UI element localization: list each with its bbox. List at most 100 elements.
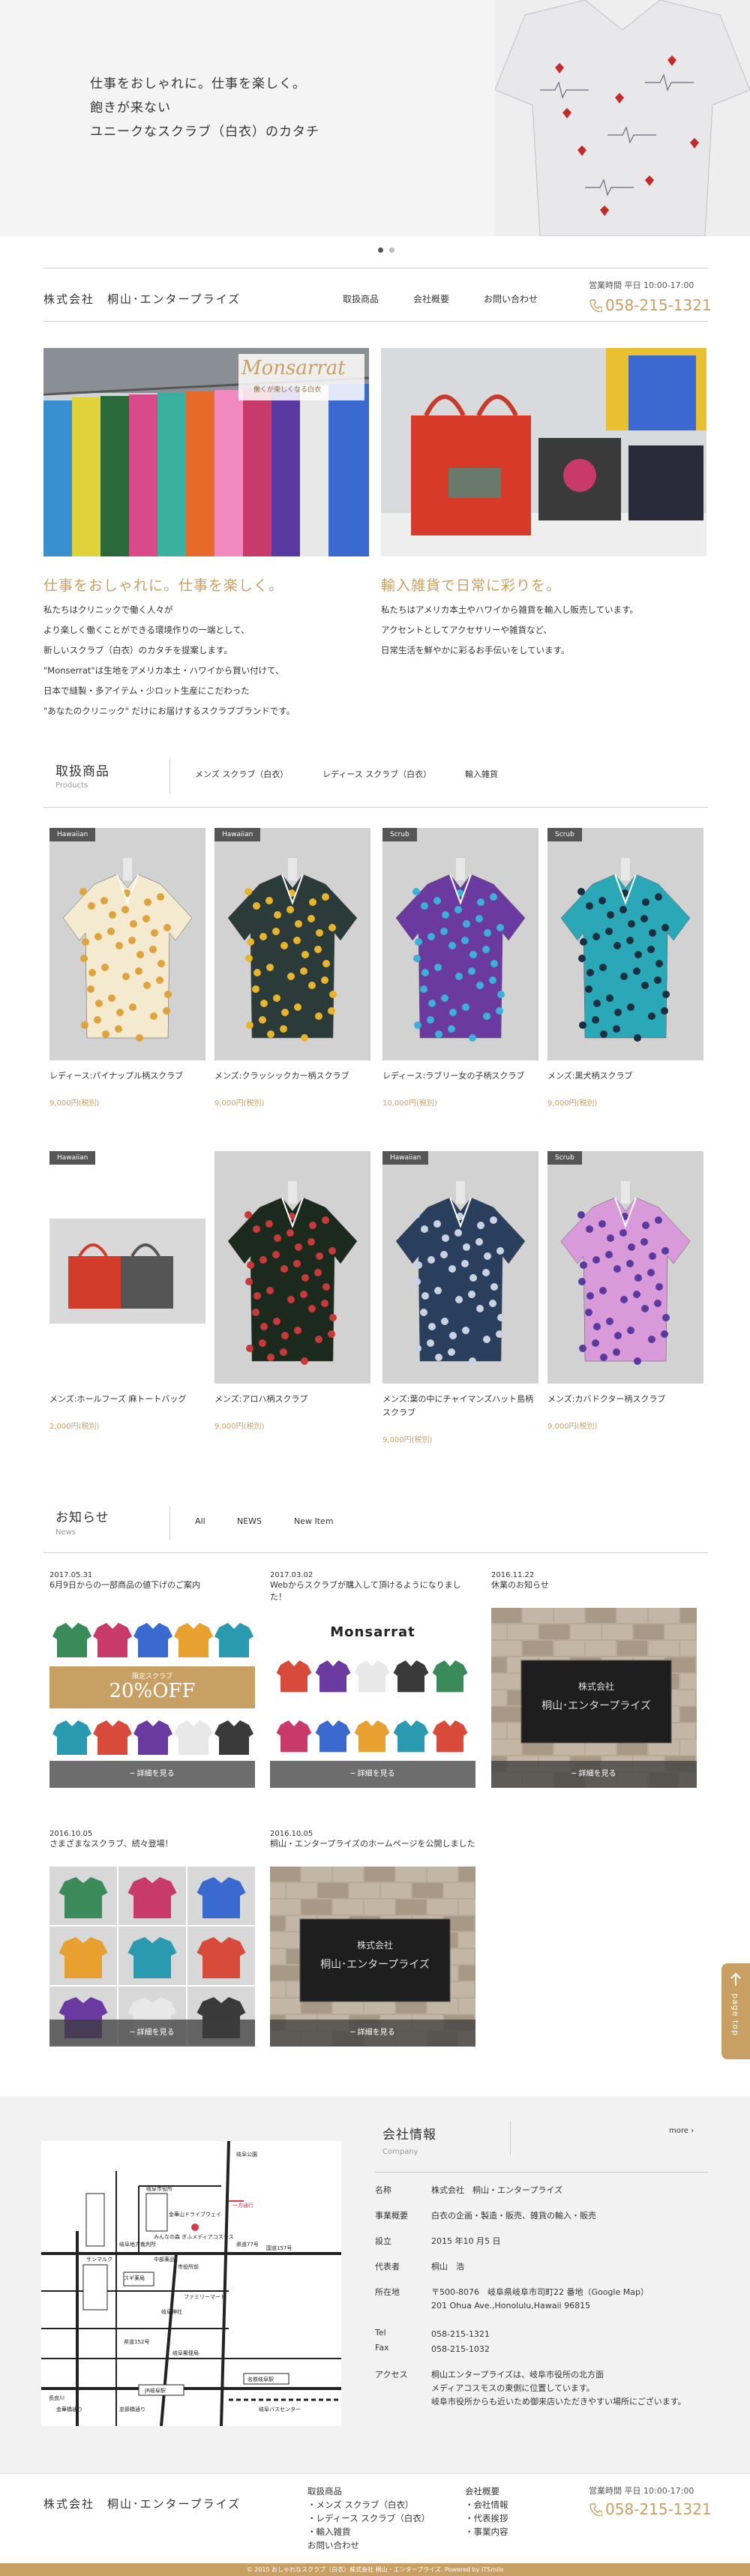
map-label: サンマルク bbox=[86, 2257, 112, 2263]
product-name[interactable]: メンズ:ホールフーズ 麻トートバッグ bbox=[50, 1393, 206, 1406]
tab-new-item[interactable]: New Item bbox=[294, 1516, 334, 1526]
scrub-shirt-image bbox=[214, 1151, 370, 1384]
footer-link[interactable]: 会社概要 bbox=[465, 2485, 508, 2498]
map-label: JR岐阜駅 bbox=[144, 2387, 166, 2394]
category-badge: Hawaiian bbox=[50, 1151, 96, 1165]
news-title[interactable]: 桐山・エンタープライズのホームページを公開しました bbox=[270, 1838, 476, 1867]
product-card[interactable]: メンズ:アロハ柄スクラブ 9,000円(税別) bbox=[214, 1151, 370, 1431]
news-item[interactable]: 2016.11.22 休業のお知らせ 株式会社 桐山･エンタープライズ ─ 詳細を見る bbox=[491, 1571, 697, 1788]
feature-right-title: 輸入雑貨で日常に彩りを。 bbox=[381, 577, 562, 594]
news-item[interactable]: 2017.05.31 6月9日からの一部商品の値下げのご案内 限定スクラブ 20%OF… bbox=[50, 1571, 255, 1788]
news-item[interactable]: 2017.03.02 Webからスクラブが購入して頂けるようになりました！ Mons… bbox=[270, 1571, 476, 1788]
product-name[interactable]: メンズ:クラッシックカー柄スクラブ bbox=[214, 1069, 370, 1083]
news-item[interactable]: 2016.10.05 さまざまなスクラブ、続々登場！ ─ 詳細を見る bbox=[50, 1830, 255, 2047]
tab-news-all[interactable]: All bbox=[195, 1516, 206, 1526]
access-map[interactable]: 岐阜市役所 金華山ドライブウェイ みんなの森 ぎふメディアコスモス 岐阜公園 一… bbox=[41, 2141, 341, 2426]
footer-link[interactable]: お問い合わせ bbox=[308, 2539, 430, 2552]
tab-mens-scrub[interactable]: メンズ スクラブ（白衣） bbox=[195, 768, 288, 780]
map-label: 県道152号 bbox=[124, 2338, 149, 2345]
company-rule bbox=[375, 2172, 708, 2173]
footer-link[interactable]: ・メンズ スクラブ（白衣） bbox=[308, 2498, 430, 2512]
product-photo[interactable] bbox=[214, 1151, 370, 1384]
product-photo[interactable]: Hawaiian bbox=[214, 828, 370, 1060]
footer-link[interactable]: ・事業内容 bbox=[465, 2525, 508, 2539]
news-item[interactable]: 2016.10.05 桐山・エンタープライズのホームページを公開しました 株式会社桐… bbox=[270, 1830, 476, 2047]
product-photo[interactable]: Hawaiian bbox=[50, 1151, 206, 1384]
nav-company[interactable]: 会社概要 bbox=[413, 292, 449, 305]
product-price: 9,000円(税別) bbox=[50, 1099, 100, 1108]
feature-left-title: 仕事をおしゃれに。仕事を楽しく。 bbox=[44, 577, 284, 594]
map-label: 岐阜公園 bbox=[236, 2151, 257, 2158]
company-divider bbox=[510, 2121, 511, 2155]
product-photo[interactable]: Hawaiian bbox=[382, 1151, 538, 1384]
map-label: 名鉄岐阜駅 bbox=[248, 2376, 274, 2383]
news-title[interactable]: 6月9日からの一部商品の値下げのご案内 bbox=[50, 1579, 255, 1608]
product-card[interactable]: Scrub メンズ:黒犬柄スクラブ 9,000円(税別) bbox=[548, 828, 704, 1108]
scrub-shirt-image bbox=[548, 828, 704, 1060]
news-title[interactable]: 休業のお知らせ bbox=[491, 1579, 697, 1608]
tab-ladies-scrub[interactable]: レディース スクラブ（白衣） bbox=[322, 768, 431, 780]
product-price: 9,000円(税別) bbox=[548, 1099, 598, 1108]
footer-link[interactable]: ・輸入雑貨 bbox=[308, 2525, 430, 2539]
product-card[interactable]: Scrub レディース:ラブリー女の子柄スクラブ 10,000円(税別) bbox=[382, 828, 538, 1108]
tab-news[interactable]: NEWS bbox=[237, 1516, 262, 1526]
category-badge: Scrub bbox=[548, 828, 582, 841]
product-photo[interactable]: Hawaiian bbox=[50, 828, 206, 1060]
nav-contact[interactable]: お問い合わせ bbox=[484, 292, 538, 305]
news-title[interactable]: さまざまなスクラブ、続々登場！ bbox=[50, 1838, 255, 1867]
phone-block[interactable]: 058-215-1321 bbox=[589, 296, 712, 314]
news-thumbnail[interactable]: 限定スクラブ 20%OFF ─ 詳細を見る bbox=[50, 1608, 255, 1788]
product-name[interactable]: レディース:ラブリー女の子柄スクラブ bbox=[382, 1069, 538, 1083]
news-thumbnail[interactable]: ─ 詳細を見る bbox=[50, 1867, 255, 2047]
footer-link[interactable]: ・会社情報 bbox=[465, 2498, 508, 2512]
product-name[interactable]: メンズ:アロハ柄スクラブ bbox=[214, 1393, 370, 1406]
map-label: 岐阜バスセンター bbox=[259, 2406, 301, 2413]
footer-col-products: 取扱商品 ・メンズ スクラブ（白衣） ・レディース スクラブ（白衣） ・輸入雑貨… bbox=[308, 2485, 430, 2552]
product-card[interactable]: Hawaiian メンズ:葉の中にチャイマンズハット島柄スクラブ 9,000円(税別… bbox=[382, 1151, 538, 1444]
product-card[interactable]: Hawaiian レディース:パイナップル柄スクラブ 9,000円(税別) bbox=[50, 828, 206, 1108]
footer-link[interactable]: ・レディース スクラブ（白衣） bbox=[308, 2512, 430, 2525]
read-more-button[interactable]: ─ 詳細を見る bbox=[491, 1761, 697, 1788]
news-thumbnail[interactable]: 株式会社 桐山･エンタープライズ ─ 詳細を見る bbox=[270, 1867, 476, 2047]
news-date: 2016.10.05 bbox=[50, 1830, 93, 1838]
news-date: 2016.10.05 bbox=[270, 1830, 314, 1838]
product-photo[interactable]: Scrub bbox=[548, 828, 704, 1060]
read-more-button[interactable]: ─ 詳細を見る bbox=[270, 1761, 476, 1788]
product-name[interactable]: メンズ:カバドクター柄スクラブ bbox=[548, 1393, 704, 1406]
footer-link[interactable]: ・代表挨拶 bbox=[465, 2512, 508, 2525]
company-info-value: 株式会社 桐山・エンタープライズ bbox=[431, 2185, 563, 2195]
company-info-value: 桐山 浩 bbox=[431, 2262, 464, 2272]
map-label: 県道77号 bbox=[236, 2241, 259, 2248]
product-price: 9,000円(税別) bbox=[214, 1099, 265, 1108]
read-more-button[interactable]: ─ 詳細を見る bbox=[270, 2020, 476, 2047]
footer-company-logo[interactable]: 株式会社 桐山･エンタープライズ bbox=[44, 2496, 241, 2512]
product-photo[interactable]: Scrub bbox=[382, 828, 538, 1060]
news-thumbnail[interactable]: 株式会社 桐山･エンタープライズ ─ 詳細を見る bbox=[491, 1608, 697, 1788]
news-date: 2017.03.02 bbox=[270, 1571, 314, 1579]
slider-dots[interactable] bbox=[375, 244, 398, 255]
product-photo[interactable]: Scrub bbox=[548, 1151, 704, 1384]
tab-import-goods[interactable]: 輸入雑貨 bbox=[465, 768, 498, 780]
product-name[interactable]: レディース:パイナップル柄スクラブ bbox=[50, 1069, 206, 1083]
product-name[interactable]: メンズ:黒犬柄スクラブ bbox=[548, 1069, 704, 1083]
footer-top-line bbox=[0, 2473, 750, 2474]
product-card[interactable]: Hawaiian メンズ:ホールフーズ 麻トートバッグ 2,000円(税別) bbox=[50, 1151, 206, 1431]
read-more-button[interactable]: ─ 詳細を見る bbox=[50, 1761, 255, 1788]
nav-products[interactable]: 取扱商品 bbox=[343, 292, 379, 305]
product-card[interactable]: Hawaiian メンズ:クラッシックカー柄スクラブ 9,000円(税別) bbox=[214, 828, 370, 1108]
news-thumbnail[interactable]: Monsarrat ─ 詳細を見る bbox=[270, 1608, 476, 1788]
footer-link[interactable]: 取扱商品 bbox=[308, 2485, 430, 2498]
news-title[interactable]: Webからスクラブが購入して頂けるようになりました！ bbox=[270, 1579, 476, 1608]
company-more-link[interactable]: more › bbox=[669, 2127, 694, 2135]
hero-line-2: 飽きが来ない bbox=[90, 100, 171, 115]
company-info-label: Tel bbox=[375, 2328, 386, 2338]
product-card[interactable]: Scrub メンズ:カバドクター柄スクラブ 9,000円(税別) bbox=[548, 1151, 704, 1431]
footer-phone-block[interactable]: 058-215-1321 bbox=[589, 2500, 712, 2518]
feature-left-line: 新しいスクラブ（白衣）のカタチを提案します。 bbox=[44, 645, 232, 655]
company-title: 会社情報 bbox=[382, 2128, 436, 2143]
company-logo[interactable]: 株式会社 桐山･エンタープライズ bbox=[44, 291, 241, 307]
page-top-button[interactable]: page top bbox=[722, 1963, 750, 2059]
read-more-button[interactable]: ─ 詳細を見る bbox=[50, 2020, 255, 2047]
product-name[interactable]: メンズ:葉の中にチャイマンズハット島柄スクラブ bbox=[382, 1393, 538, 1420]
company-info-value: 〒500-8076 岐阜県岐阜市司町22 番地（Google Map） bbox=[431, 2287, 649, 2297]
